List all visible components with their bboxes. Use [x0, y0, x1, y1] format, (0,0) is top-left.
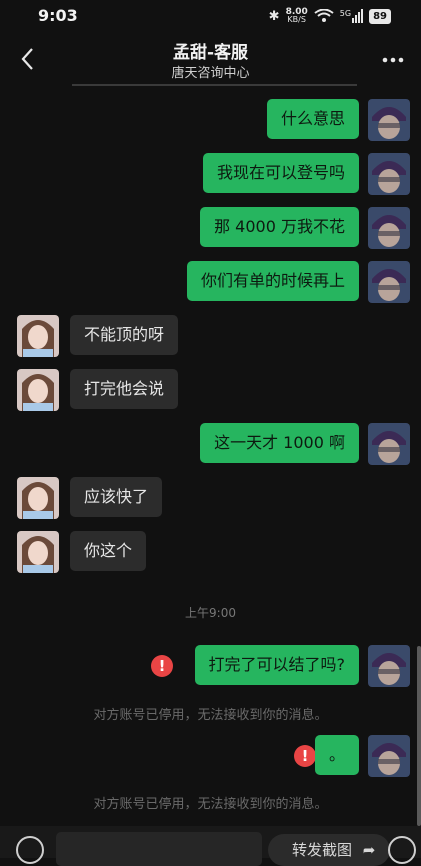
input-bar: 转发截图 ➦ — [0, 826, 421, 866]
self-avatar[interactable] — [368, 99, 410, 141]
send-failed-icon[interactable]: ! — [294, 745, 316, 767]
self-avatar[interactable] — [368, 153, 410, 195]
outgoing-message[interactable]: 这一天才 1000 啊 — [200, 423, 359, 463]
scrollbar[interactable] — [417, 646, 421, 826]
battery-indicator: 89 — [369, 8, 391, 24]
wifi-icon — [314, 9, 334, 22]
status-time: 9:03 — [38, 6, 78, 25]
bluetooth-icon: ✱ — [268, 8, 280, 24]
network-speed: 8.00 KB/S — [285, 7, 308, 24]
message-input[interactable] — [56, 832, 262, 866]
outgoing-message[interactable]: 你们有单的时候再上 — [186, 261, 359, 301]
self-avatar[interactable] — [368, 645, 410, 687]
contact-avatar[interactable] — [17, 369, 59, 411]
status-bar: 9:03 ✱ 8.00 KB/S 5G 89 — [0, 0, 421, 32]
incoming-message[interactable]: 打完他会说 — [70, 369, 179, 409]
forward-screenshot-button[interactable]: 转发截图 ➦ — [268, 834, 390, 866]
self-avatar[interactable] — [368, 735, 410, 777]
system-notice: 对方账号已停用，无法接收到你的消息。 — [93, 708, 328, 723]
share-arrow-icon: ➦ — [362, 841, 376, 859]
outgoing-message[interactable]: 我现在可以登号吗 — [202, 153, 359, 193]
contact-avatar[interactable] — [17, 531, 59, 573]
more-options-icon[interactable] — [381, 50, 405, 70]
outgoing-message[interactable]: 什么意思 — [266, 99, 359, 139]
outgoing-message[interactable]: 。 — [314, 735, 359, 775]
contact-avatar[interactable] — [17, 315, 59, 357]
outgoing-message[interactable]: 那 4000 万我不花 — [200, 207, 359, 247]
self-avatar[interactable] — [368, 207, 410, 249]
forward-label: 转发截图 — [292, 841, 353, 859]
contact-avatar[interactable] — [17, 477, 59, 519]
signal-icon: 5G — [340, 9, 364, 23]
outgoing-message[interactable]: 打完了可以结了吗? — [194, 645, 359, 685]
incoming-message[interactable]: 应该快了 — [70, 477, 163, 517]
voice-input-icon[interactable] — [16, 836, 44, 864]
send-failed-icon[interactable]: ! — [151, 655, 173, 677]
chat-subtitle: 唐天咨询中心 — [171, 66, 250, 81]
self-avatar[interactable] — [368, 423, 410, 465]
self-avatar[interactable] — [368, 261, 410, 303]
system-notice: 对方账号已停用，无法接收到你的消息。 — [93, 797, 328, 812]
incoming-message[interactable]: 不能顶的呀 — [70, 315, 179, 355]
plus-icon[interactable] — [388, 836, 416, 864]
header-divider — [72, 84, 357, 86]
chat-title: 孟甜-客服 — [172, 43, 249, 63]
message-timestamp: 上午9:00 — [185, 606, 236, 620]
incoming-message[interactable]: 你这个 — [70, 531, 147, 571]
status-icons: ✱ 8.00 KB/S 5G 89 — [269, 6, 391, 26]
